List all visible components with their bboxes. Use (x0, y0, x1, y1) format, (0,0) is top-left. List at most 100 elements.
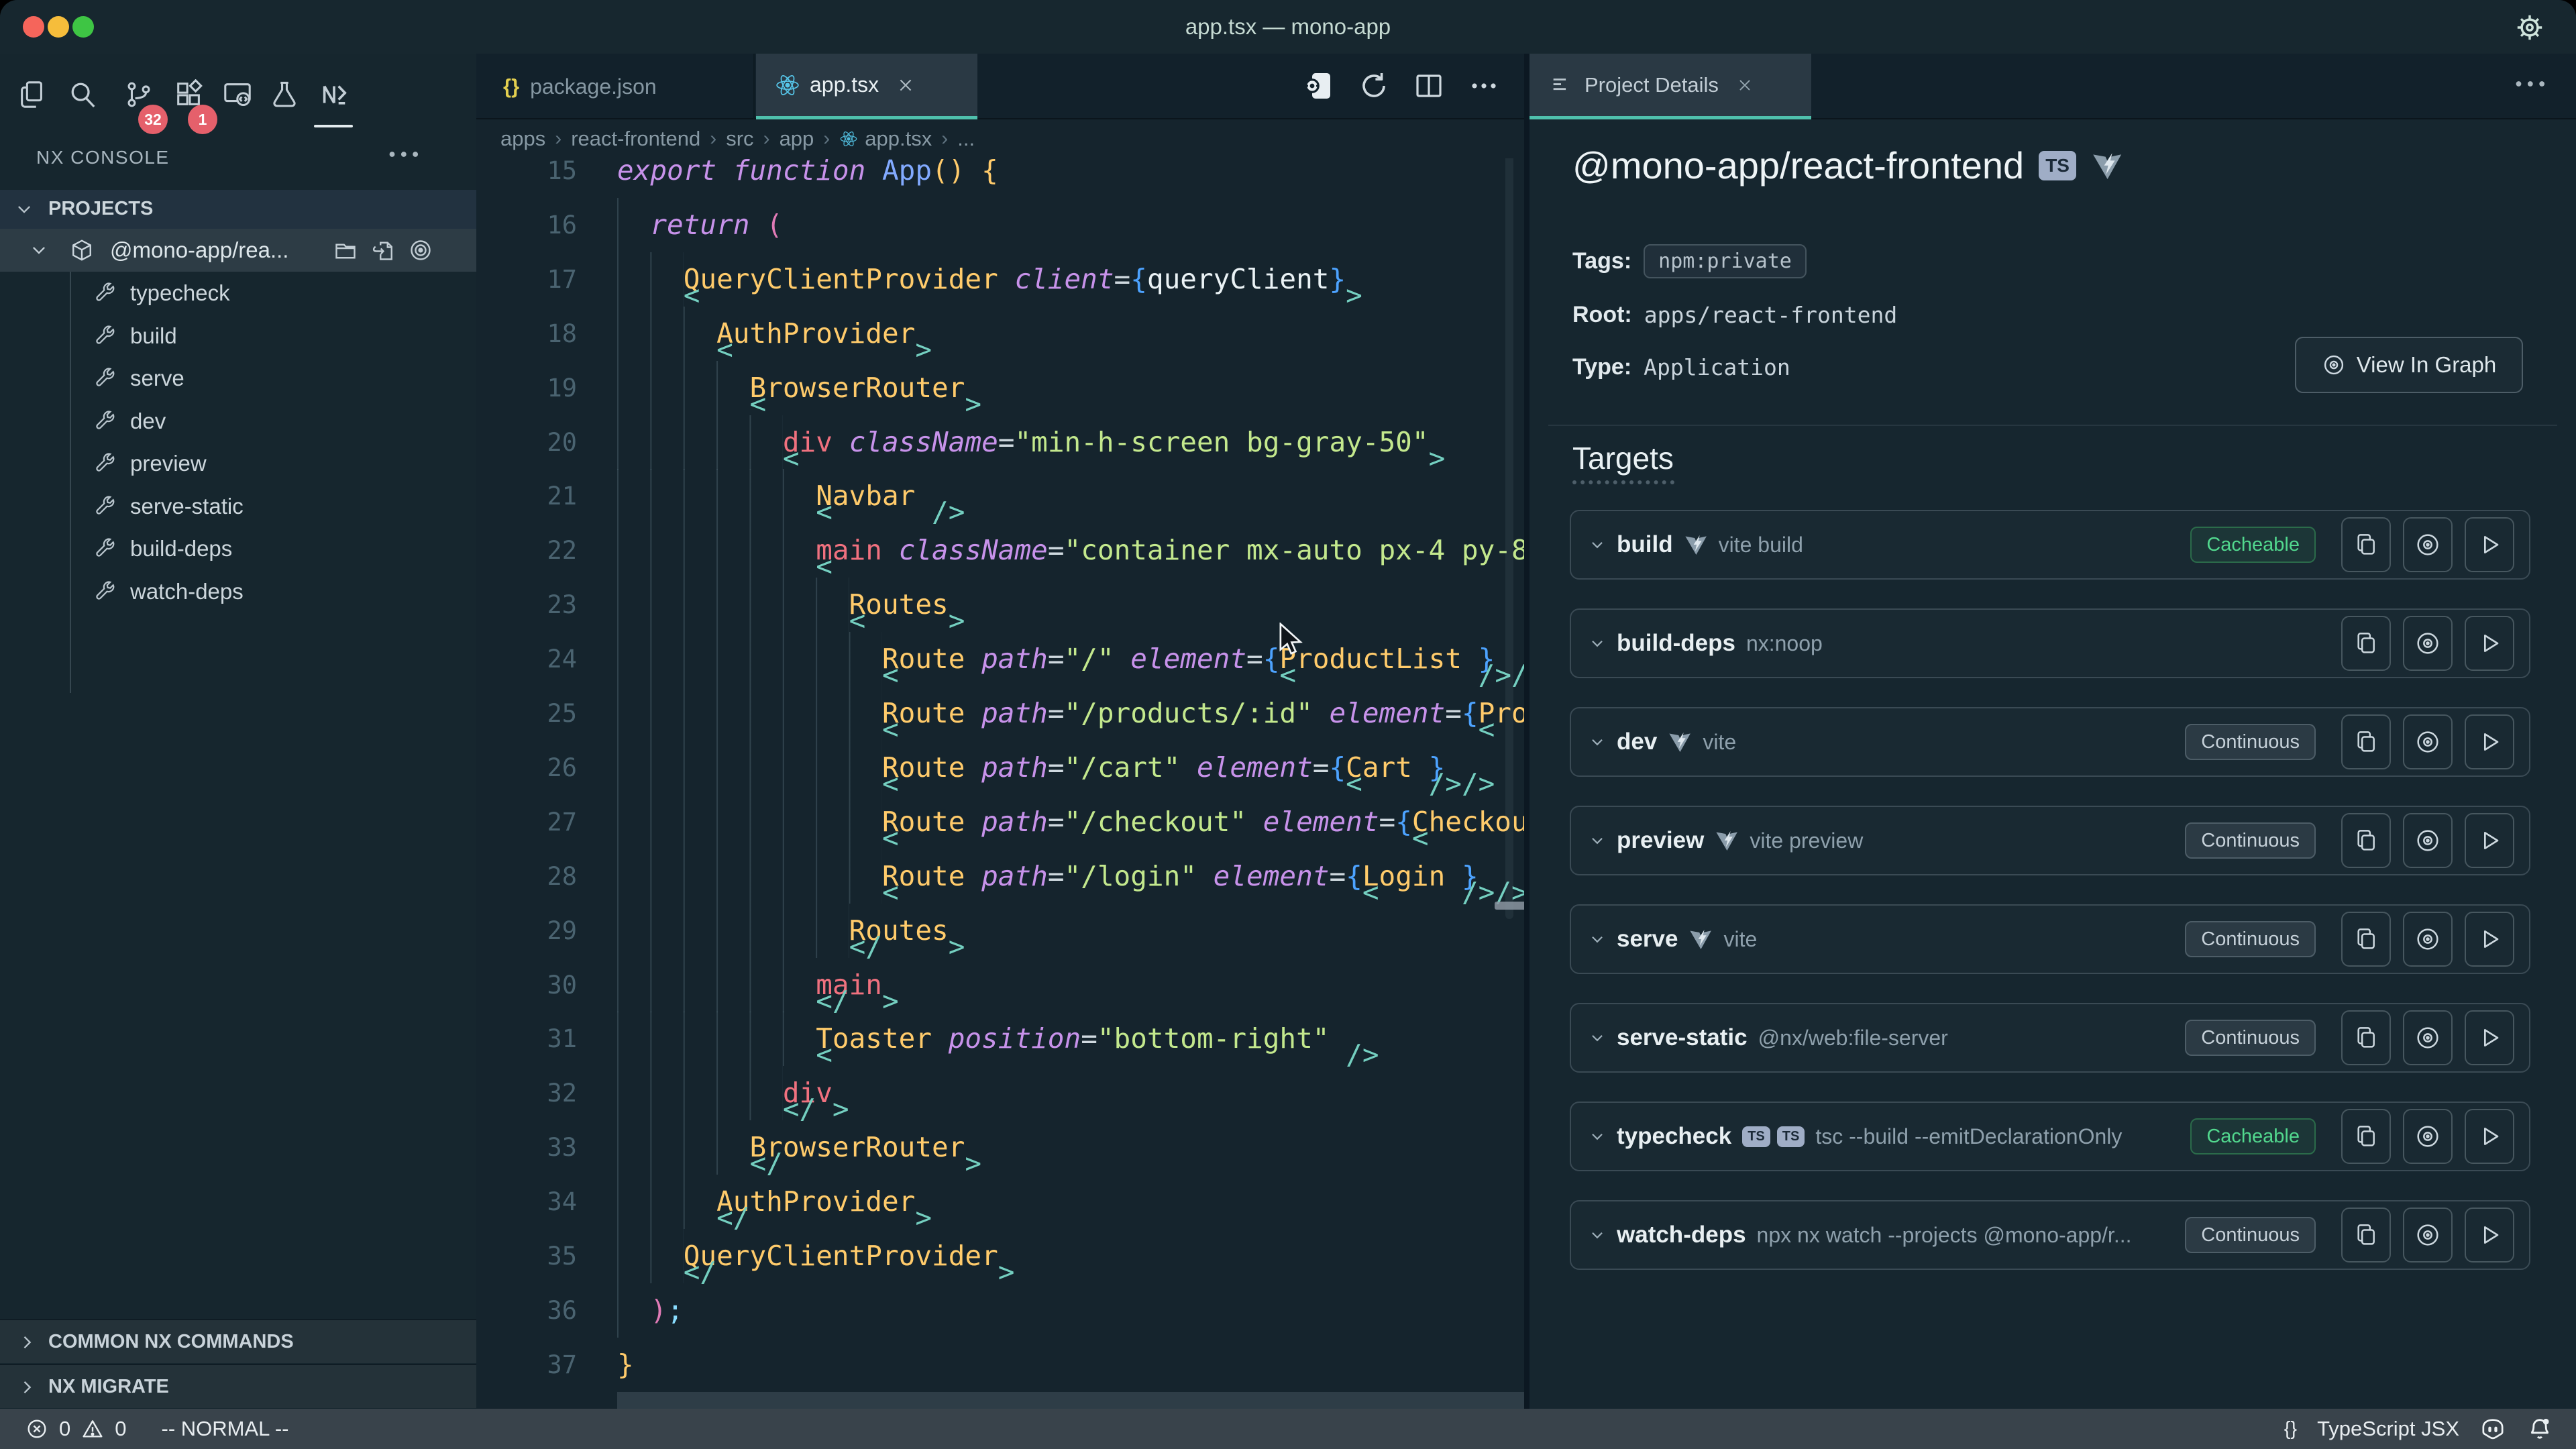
copy-task-button[interactable] (2341, 813, 2391, 868)
chevron-down-icon[interactable] (1589, 635, 1606, 652)
view-in-graph-button[interactable] (2403, 1109, 2453, 1164)
code-line-21[interactable]: 21 <Navbar /> (476, 469, 1524, 523)
sidebar-target-build-deps[interactable]: build-deps (0, 527, 476, 570)
run-target-button[interactable] (2465, 1208, 2514, 1263)
run-target-button[interactable] (2465, 1010, 2514, 1065)
run-target-button[interactable] (2465, 813, 2514, 868)
breadcrumb-item[interactable]: apps (500, 127, 545, 151)
target-card-serve-static[interactable]: serve-static@nx/web:file-serverContinuou… (1570, 1003, 2530, 1073)
settings-gear-icon[interactable] (2514, 12, 2545, 43)
run-target-button[interactable] (2465, 912, 2514, 967)
code-line-33[interactable]: 33 </BrowserRouter> (476, 1120, 1524, 1175)
run-target-button[interactable] (2465, 714, 2514, 769)
code-line-36[interactable]: 36 ); (476, 1283, 1524, 1338)
chevron-down-icon[interactable] (1589, 733, 1606, 751)
target-card-typecheck[interactable]: typecheckTSTStsc --build --emitDeclarati… (1570, 1102, 2530, 1171)
code-line-35[interactable]: 35 </QueryClientProvider> (476, 1229, 1524, 1283)
code-line-25[interactable]: 25 <Route path="/products/:id" element={… (476, 686, 1524, 741)
copy-task-button[interactable] (2341, 912, 2391, 967)
code-line-16[interactable]: 16 return ( (476, 198, 1524, 252)
copilot-icon[interactable] (2479, 1415, 2506, 1442)
target-card-build-deps[interactable]: build-depsnx:noop (1570, 608, 2530, 678)
code-area[interactable]: 15export function App() {16 return (17 <… (476, 54, 1524, 1409)
open-project-details-icon[interactable] (1303, 70, 1335, 102)
code-line-27[interactable]: 27 <Route path="/checkout" element={<Che… (476, 795, 1524, 849)
chevron-down-icon[interactable] (1589, 832, 1606, 849)
target-card-dev[interactable]: devviteContinuous (1570, 707, 2530, 777)
close-panel-icon[interactable] (1736, 76, 1754, 94)
sidebar-section-nx-migrate[interactable]: NX MIGRATE (0, 1364, 476, 1408)
errors-icon[interactable] (25, 1417, 48, 1440)
code-line-19[interactable]: 19 <BrowserRouter> (476, 361, 1524, 415)
tab-app-tsx[interactable]: app.tsx (756, 54, 977, 119)
errors-count[interactable]: 0 (59, 1417, 70, 1441)
breadcrumb-item[interactable]: app (780, 127, 814, 151)
view-in-graph-button[interactable] (2403, 813, 2453, 868)
panel-divider[interactable] (1524, 54, 1529, 1409)
sidebar-target-serve[interactable]: serve (0, 357, 476, 400)
sidebar-target-dev[interactable]: dev (0, 400, 476, 443)
target-card-preview[interactable]: previewvite previewContinuous (1570, 806, 2530, 875)
copy-task-button[interactable] (2341, 1109, 2391, 1164)
view-in-graph-button[interactable] (2403, 1010, 2453, 1065)
sidebar-section-common-nx-commands[interactable]: COMMON NX COMMANDS (0, 1319, 476, 1363)
panel-more-actions-icon[interactable] (2514, 74, 2549, 94)
sidebar-target-build[interactable]: build (0, 315, 476, 358)
chevron-down-icon[interactable] (1589, 1226, 1606, 1244)
sidebar-target-serve-static[interactable]: serve-static (0, 485, 476, 528)
code-line-28[interactable]: 28 <Route path="/login" element={<Login … (476, 849, 1524, 904)
code-line-24[interactable]: 24 <Route path="/" element={<ProductList… (476, 632, 1524, 686)
breadcrumb-item[interactable]: react-frontend (571, 127, 700, 151)
view-in-graph-button[interactable]: View In Graph (2295, 337, 2523, 393)
chevron-down-icon[interactable] (1589, 1029, 1606, 1046)
view-in-graph-button[interactable] (2403, 714, 2453, 769)
copy-task-button[interactable] (2341, 1208, 2391, 1263)
run-target-button[interactable] (2465, 1109, 2514, 1164)
refresh-icon[interactable] (1358, 70, 1390, 102)
view-in-graph-button[interactable] (2403, 616, 2453, 671)
code-line-18[interactable]: 18 <AuthProvider> (476, 307, 1524, 361)
editor-vertical-scrollbar[interactable] (1505, 127, 1513, 919)
target-card-build[interactable]: buildvite buildCacheable (1570, 510, 2530, 580)
code-line-37[interactable]: 37} (476, 1338, 1524, 1392)
chevron-down-icon[interactable] (1589, 536, 1606, 553)
chevron-down-icon[interactable] (1589, 1128, 1606, 1145)
close-tab-icon[interactable] (896, 76, 915, 95)
code-line-34[interactable]: 34 </AuthProvider> (476, 1175, 1524, 1229)
warnings-icon[interactable] (81, 1417, 104, 1440)
code-line-38[interactable]: 38 (476, 1392, 1524, 1409)
code-line-23[interactable]: 23 <Routes> (476, 578, 1524, 632)
code-line-30[interactable]: 30 </main> (476, 958, 1524, 1012)
tab-project-details[interactable]: Project Details (1529, 54, 1811, 119)
copy-task-button[interactable] (2341, 714, 2391, 769)
tab-package-json[interactable]: {} package.json (476, 54, 755, 119)
split-editor-icon[interactable] (1413, 70, 1445, 102)
code-line-29[interactable]: 29 </Routes> (476, 904, 1524, 958)
view-in-graph-button[interactable] (2403, 1208, 2453, 1263)
copy-task-button[interactable] (2341, 517, 2391, 572)
language-mode[interactable]: TypeScript JSX (2317, 1417, 2459, 1441)
breadcrumb-item[interactable]: src (726, 127, 753, 151)
code-line-32[interactable]: 32 </div> (476, 1066, 1524, 1120)
view-in-graph-button[interactable] (2403, 517, 2453, 572)
notifications-bell-icon[interactable] (2526, 1415, 2553, 1442)
code-line-22[interactable]: 22 <main className="container mx-auto px… (476, 523, 1524, 578)
sidebar-target-preview[interactable]: preview (0, 442, 476, 485)
chevron-down-icon[interactable] (1589, 930, 1606, 948)
code-line-26[interactable]: 26 <Route path="/cart" element={<Cart />… (476, 741, 1524, 795)
sidebar-target-typecheck[interactable]: typecheck (0, 272, 476, 315)
sidebar-target-watch-deps[interactable]: watch-deps (0, 570, 476, 613)
warnings-count[interactable]: 0 (115, 1417, 126, 1441)
copy-task-button[interactable] (2341, 616, 2391, 671)
breadcrumb[interactable]: apps› react-frontend› src› app› app.tsx›… (476, 119, 1524, 158)
target-card-serve[interactable]: serveviteContinuous (1570, 904, 2530, 974)
run-target-button[interactable] (2465, 517, 2514, 572)
copy-task-button[interactable] (2341, 1010, 2391, 1065)
breadcrumb-item[interactable]: ... (957, 127, 975, 151)
code-line-20[interactable]: 20 <div className="min-h-screen bg-gray-… (476, 415, 1524, 470)
more-actions-icon[interactable] (1468, 70, 1500, 102)
code-line-31[interactable]: 31 <Toaster position="bottom-right" /> (476, 1012, 1524, 1066)
code-line-17[interactable]: 17 <QueryClientProvider client={queryCli… (476, 252, 1524, 307)
view-in-graph-button[interactable] (2403, 912, 2453, 967)
editor-horizontal-scrollbar[interactable] (1495, 902, 1524, 910)
